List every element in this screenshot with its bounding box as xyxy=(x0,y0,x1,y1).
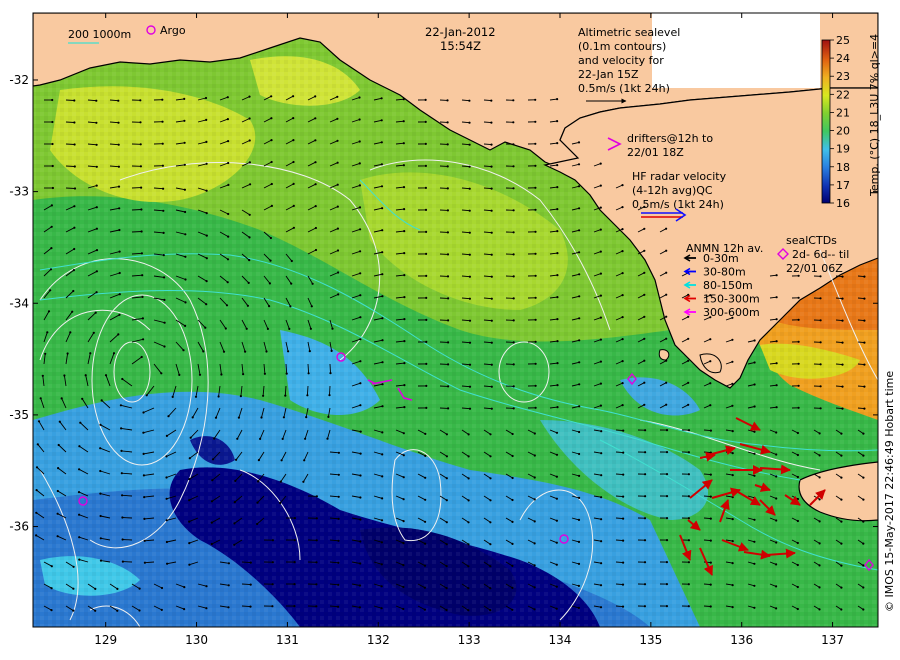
svg-text:drifters@12h to: drifters@12h to xyxy=(627,132,713,145)
svg-text:(4-12h avg)QC: (4-12h avg)QC xyxy=(632,184,713,197)
x-tick-label: 135 xyxy=(639,633,662,647)
svg-text:Argo: Argo xyxy=(160,24,186,37)
anmn-legend-label: 0-30m xyxy=(703,252,739,265)
y-tick-label: -35 xyxy=(9,408,29,422)
svg-text:22/01 06Z: 22/01 06Z xyxy=(786,262,843,275)
scale-legend: 200 1000m xyxy=(68,28,131,44)
colorbar-tick-label: 17 xyxy=(836,179,850,192)
svg-text:22/01 18Z: 22/01 18Z xyxy=(627,146,684,159)
x-tick-label: 132 xyxy=(367,633,390,647)
svg-text:0.5m/s (1kt 24h): 0.5m/s (1kt 24h) xyxy=(632,198,724,211)
x-tick-label: 131 xyxy=(276,633,299,647)
svg-text:Altimetric sealevel: Altimetric sealevel xyxy=(578,26,680,39)
svg-text:2d- 6d-- til: 2d- 6d-- til xyxy=(792,248,849,261)
svg-text:(0.1m contours): (0.1m contours) xyxy=(578,40,666,53)
y-tick-label: -33 xyxy=(9,185,29,199)
colorbar-tick-label: 19 xyxy=(836,143,850,156)
colorbar-tick-label: 24 xyxy=(836,52,850,65)
colorbar-tick-label: 22 xyxy=(836,88,850,101)
anmn-legend-label: 150-300m xyxy=(703,293,760,306)
anmn-legend-label: 30-80m xyxy=(703,266,746,279)
colorbar-tick-label: 16 xyxy=(836,197,850,210)
time-label: 15:54Z xyxy=(440,39,481,53)
colorbar-gradient xyxy=(821,39,831,204)
x-tick-label: 130 xyxy=(185,633,208,647)
y-tick-label: -32 xyxy=(9,73,29,87)
svg-text:22-Jan 15Z: 22-Jan 15Z xyxy=(578,68,639,81)
sst-map: 129 130 131 132 133 134 135 136 137 -32 -33 -34 -35… xyxy=(9,12,896,647)
y-tick-label: -36 xyxy=(9,520,29,534)
colorbar-tick-label: 25 xyxy=(836,34,850,47)
x-tick-label: 129 xyxy=(94,633,117,647)
colorbar-tick-label: 23 xyxy=(836,70,850,83)
x-tick-label: 137 xyxy=(821,633,844,647)
svg-text:and velocity for: and velocity for xyxy=(578,54,664,67)
anmn-legend-label: 80-150m xyxy=(703,279,753,292)
credit-text: © IMOS 15-May-2017 22:46:49 Hobart time xyxy=(883,371,896,612)
colorbar-tick-label: 18 xyxy=(836,161,850,174)
y-tick-label: -34 xyxy=(9,296,29,310)
colorbar-tick-label: 20 xyxy=(836,125,850,138)
anmn-legend-label: 300-600m xyxy=(703,306,760,319)
svg-text:0.5m/s (1kt 24h): 0.5m/s (1kt 24h) xyxy=(578,82,670,95)
x-tick-label: 134 xyxy=(549,633,572,647)
x-tick-label: 133 xyxy=(458,633,481,647)
colorbar-tick-label: 21 xyxy=(836,106,850,119)
svg-text:HF radar velocity: HF radar velocity xyxy=(632,170,727,183)
date-label: 22-Jan-2012 xyxy=(425,25,496,39)
colorbar-label: Temp. (°C) 18_L3U 7% ql>=4 xyxy=(868,34,881,197)
svg-text:200 1000m: 200 1000m xyxy=(68,28,131,41)
x-tick-label: 136 xyxy=(730,633,753,647)
svg-text:sealCTDs: sealCTDs xyxy=(786,234,837,247)
